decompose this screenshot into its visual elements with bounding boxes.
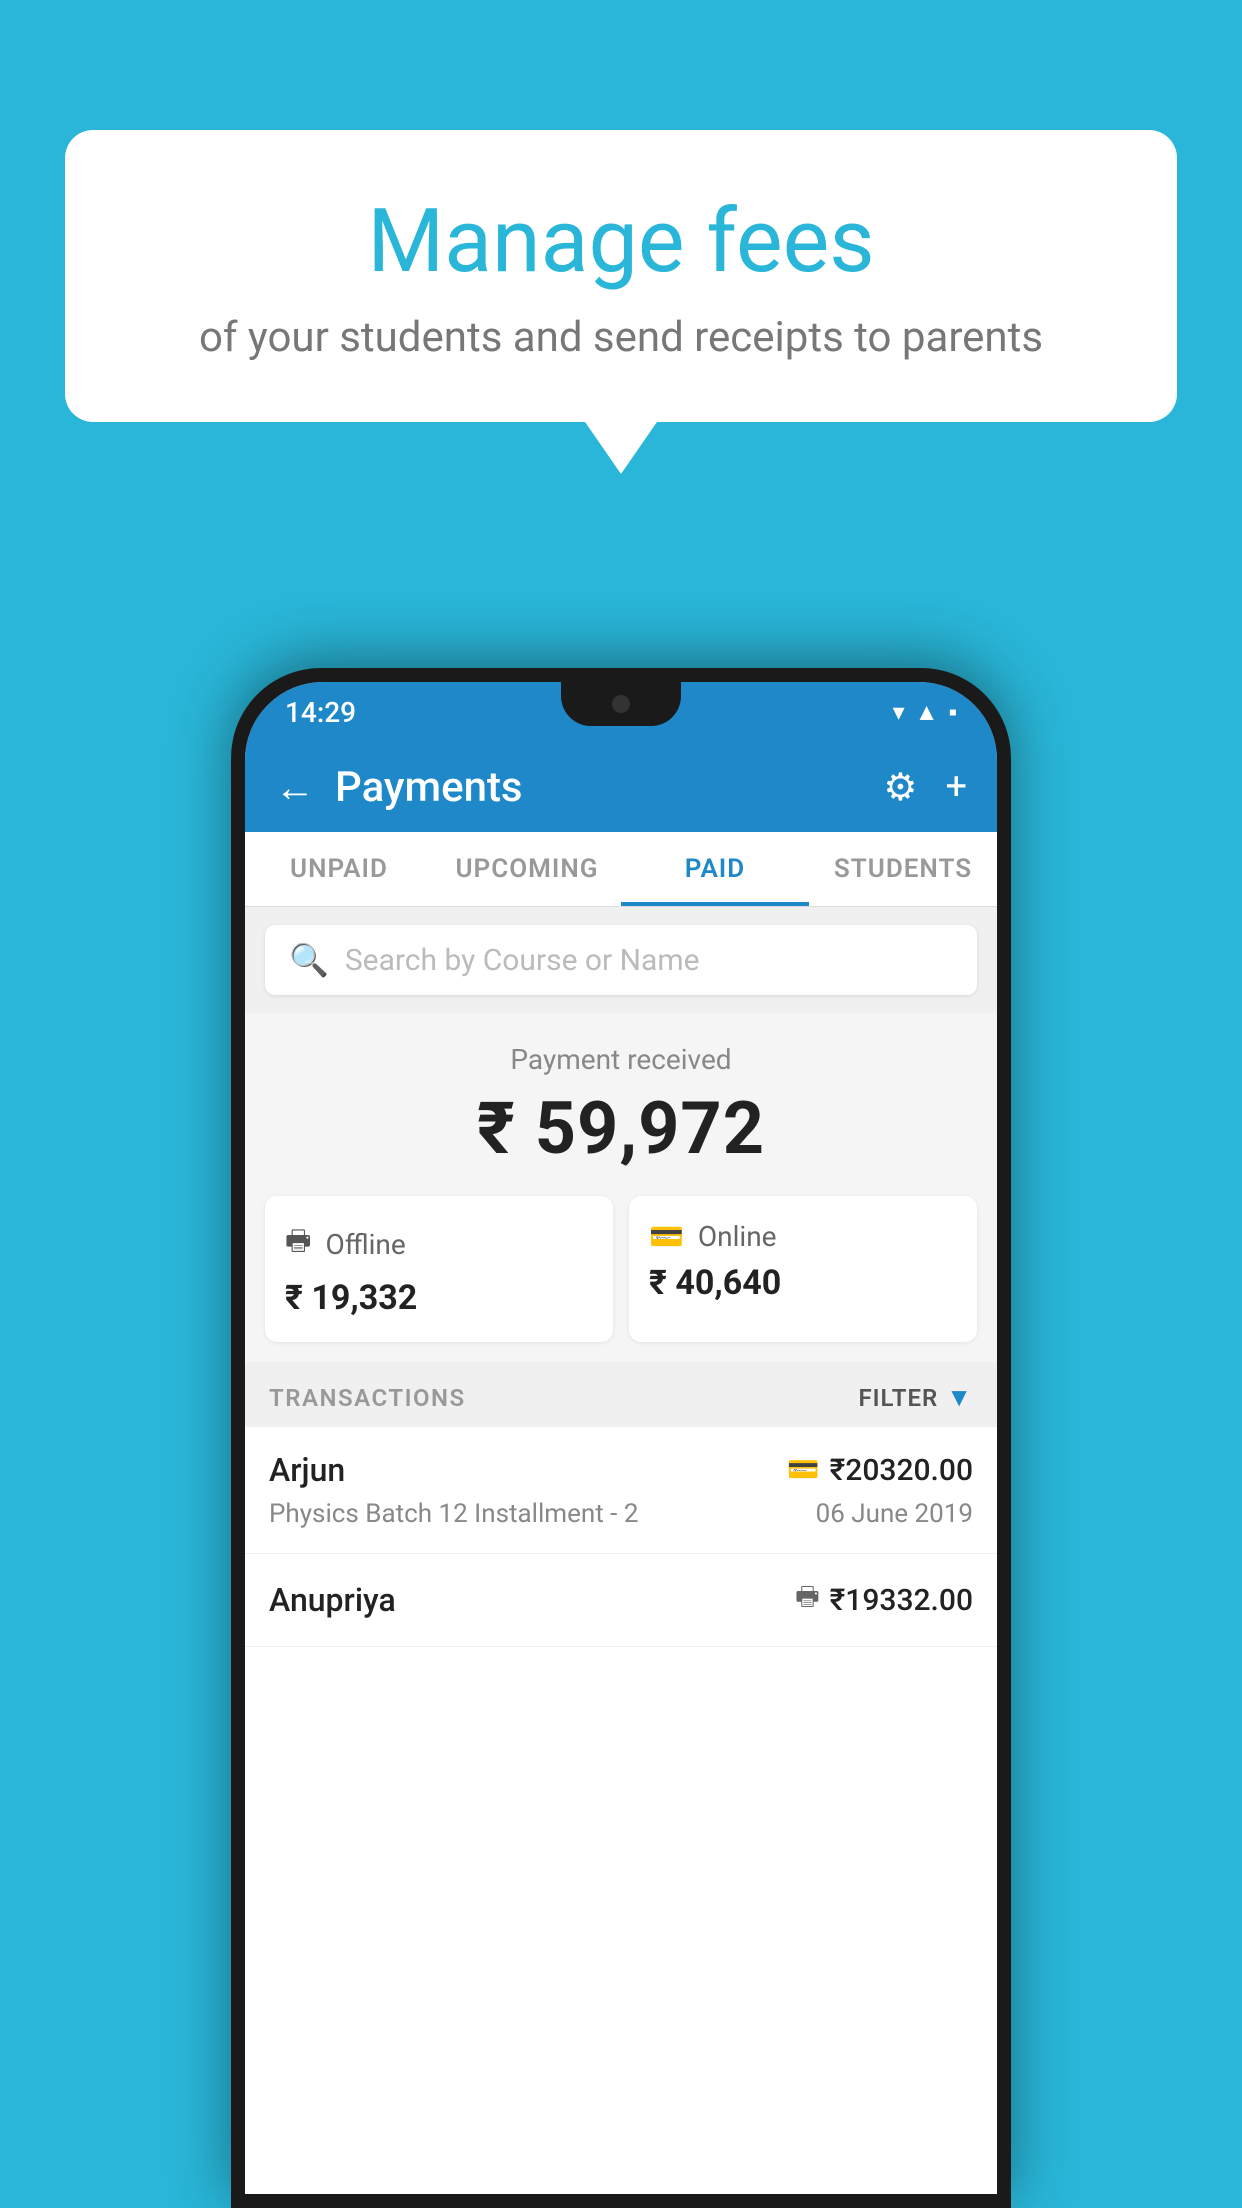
offline-amount: ₹ 19,332 — [285, 1278, 593, 1318]
tab-students[interactable]: STUDENTS — [809, 832, 997, 906]
filter-button[interactable]: FILTER ▼ — [858, 1382, 973, 1413]
add-button[interactable]: + — [945, 765, 967, 809]
payment-received-section: Payment received ₹ 59,972 — [245, 1013, 997, 1196]
online-icon: 💳 — [649, 1220, 684, 1253]
tab-unpaid[interactable]: UNPAID — [245, 832, 433, 906]
online-amount: ₹ 40,640 — [649, 1263, 957, 1303]
bubble-subtitle: of your students and send receipts to pa… — [135, 313, 1107, 362]
transaction-name-2: Anupriya — [269, 1581, 396, 1619]
search-input[interactable]: Search by Course or Name — [345, 943, 700, 978]
filter-icon: ▼ — [946, 1382, 973, 1413]
transaction-top-1: Arjun 💳 ₹20320.00 — [269, 1451, 973, 1489]
wifi-icon: ▾ — [893, 698, 905, 726]
camera-dot — [612, 695, 630, 713]
transaction-amount-1: 💳 ₹20320.00 — [787, 1453, 973, 1488]
table-row[interactable]: Anupriya 🖶 ₹19332.00 — [245, 1554, 997, 1647]
settings-button[interactable]: ⚙ — [883, 765, 917, 810]
online-card-header: 💳 Online — [649, 1220, 957, 1253]
online-label: Online — [698, 1220, 777, 1253]
transaction-bottom-1: Physics Batch 12 Installment - 2 06 June… — [269, 1499, 973, 1529]
transaction-amount-2: 🖶 ₹19332.00 — [795, 1578, 973, 1622]
transactions-label: TRANSACTIONS — [269, 1384, 466, 1412]
speech-bubble: Manage fees of your students and send re… — [65, 130, 1177, 422]
header-actions: ⚙ + — [883, 765, 967, 810]
offline-icon: 🖶 — [285, 1220, 311, 1268]
offline-label: Offline — [325, 1228, 405, 1261]
notch — [561, 682, 681, 726]
payment-cards: 🖶 Offline ₹ 19,332 💳 Online ₹ 40,640 — [245, 1196, 997, 1362]
offline-card-header: 🖶 Offline — [285, 1220, 593, 1268]
offline-payment-icon-2: 🖶 — [795, 1578, 820, 1622]
battery-icon: ▪ — [948, 698, 957, 727]
content-area: 🔍 Search by Course or Name Payment recei… — [245, 907, 997, 2194]
phone-frame: 14:29 ▾ ▲ ▪ ← Payments ⚙ + UNPAID UPCOMI… — [231, 668, 1011, 2208]
payment-received-label: Payment received — [265, 1043, 977, 1076]
search-icon: 🔍 — [289, 941, 329, 979]
app-header: ← Payments ⚙ + — [245, 742, 997, 832]
phone-inner: 14:29 ▾ ▲ ▪ ← Payments ⚙ + UNPAID UPCOMI… — [245, 682, 997, 2194]
status-icons: ▾ ▲ ▪ — [893, 698, 957, 727]
transactions-list: Arjun 💳 ₹20320.00 Physics Batch 12 Insta… — [245, 1427, 997, 2194]
tab-paid[interactable]: PAID — [621, 832, 809, 906]
table-row[interactable]: Arjun 💳 ₹20320.00 Physics Batch 12 Insta… — [245, 1427, 997, 1554]
online-payment-icon-1: 💳 — [787, 1455, 819, 1485]
search-bar[interactable]: 🔍 Search by Course or Name — [265, 925, 977, 995]
tab-bar: UNPAID UPCOMING PAID STUDENTS — [245, 832, 997, 907]
page-title: Payments — [335, 763, 883, 812]
payment-received-amount: ₹ 59,972 — [265, 1086, 977, 1171]
back-button[interactable]: ← — [275, 764, 315, 811]
offline-card: 🖶 Offline ₹ 19,332 — [265, 1196, 613, 1342]
bubble-title: Manage fees — [135, 190, 1107, 293]
transactions-header: TRANSACTIONS FILTER ▼ — [245, 1362, 997, 1427]
speech-bubble-container: Manage fees of your students and send re… — [65, 130, 1177, 422]
filter-label: FILTER — [858, 1384, 938, 1412]
transaction-top-2: Anupriya 🖶 ₹19332.00 — [269, 1578, 973, 1622]
status-bar: 14:29 ▾ ▲ ▪ — [245, 682, 997, 742]
signal-icon: ▲ — [915, 698, 939, 727]
transaction-course-1: Physics Batch 12 Installment - 2 — [269, 1499, 638, 1529]
transaction-date-1: 06 June 2019 — [816, 1499, 973, 1529]
tab-upcoming[interactable]: UPCOMING — [433, 832, 621, 906]
transaction-name-1: Arjun — [269, 1451, 345, 1489]
online-card: 💳 Online ₹ 40,640 — [629, 1196, 977, 1342]
status-time: 14:29 — [285, 696, 356, 729]
